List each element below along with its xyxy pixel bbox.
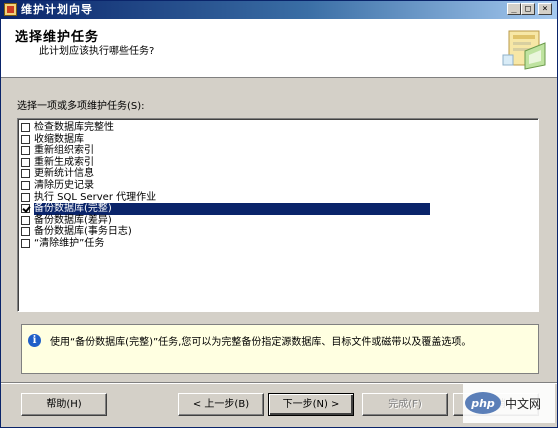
minimize-button[interactable]: _ [507,3,521,15]
window-title: 维护计划向导 [21,3,93,16]
task-label: 重新组织索引 [34,145,94,157]
task-checkbox[interactable] [21,227,30,237]
task-label: 备份数据库(事务日志) [34,226,132,238]
description-panel: i 使用“备份数据库(完整)”任务,您可以为完整备份指定源数据库、目标文件或磁带… [21,324,539,374]
task-list-item[interactable]: 重新组织索引 [19,145,538,157]
task-checkbox[interactable] [21,204,30,214]
wizard-header: 选择维护任务 此计划应该执行哪些任务? [1,19,557,78]
task-label: “清除维护”任务 [34,238,105,249]
task-list-item[interactable]: 执行 SQL Server 代理作业 [19,192,538,204]
task-label: 更新统计信息 [34,168,94,180]
page-subtitle: 此计划应该执行哪些任务? [39,46,155,57]
help-button[interactable]: 帮助(H) [21,393,107,416]
task-label: 重新生成索引 [34,156,94,168]
task-list-item[interactable]: 更新统计信息 [19,168,538,180]
task-label: 备份数据库(差异) [34,214,112,226]
task-label: 执行 SQL Server 代理作业 [34,191,157,203]
php-cn-watermark: php 中文网 [463,383,555,423]
description-text: 使用“备份数据库(完整)”任务,您可以为完整备份指定源数据库、目标文件或磁带以及… [50,337,472,348]
task-list-item[interactable]: 重新生成索引 [19,157,538,169]
task-checkbox[interactable] [21,157,30,167]
task-listbox[interactable]: 检查数据库完整性 收缩数据库 重新组织索引 重新生成索引 更新统计信息 清除历史记录 执行 … [17,118,539,312]
task-label: 备份数据库(完整) [34,203,430,216]
task-list-item[interactable]: 备份数据库(差异) [19,215,538,227]
watermark-text: 中文网 [505,396,541,411]
task-checkbox[interactable] [21,123,30,132]
task-checkbox[interactable] [21,169,30,179]
wizard-graphic-icon [502,30,546,70]
task-list-item[interactable]: 备份数据库(完整) [19,203,538,216]
task-label: 检查数据库完整性 [34,122,114,133]
task-list-item[interactable]: 收缩数据库 [19,134,538,146]
task-checkbox[interactable] [21,181,30,190]
task-checkbox[interactable] [21,239,30,248]
task-list-item[interactable]: 备份数据库(事务日志) [19,226,538,238]
back-button[interactable]: < 上一步(B) [178,393,264,416]
svg-text:php: php [470,397,495,410]
task-label: 清除历史记录 [34,180,94,191]
app-icon [4,3,17,16]
title-bar[interactable]: 维护计划向导 _ □ × [1,1,557,19]
task-checkbox[interactable] [21,192,30,202]
task-list-item[interactable]: 检查数据库完整性 [19,122,538,134]
task-checkbox[interactable] [21,134,30,144]
task-checkbox[interactable] [21,146,30,156]
tasks-label: 选择一项或多项维护任务(S): [17,101,145,112]
wizard-window: 维护计划向导 _ □ × 选择维护任务 此计划应该执行哪些任务? 选择一项或多项… [0,0,558,428]
task-label: 收缩数据库 [34,133,84,145]
task-checkbox[interactable] [21,215,30,225]
info-icon: i [28,334,41,347]
next-button[interactable]: 下一步(N) > [268,393,354,416]
task-list-item[interactable]: “清除维护”任务 [19,238,538,250]
close-button[interactable]: × [538,3,552,15]
task-list-item[interactable]: 清除历史记录 [19,180,538,192]
maximize-button[interactable]: □ [521,3,535,15]
finish-button[interactable]: 完成(F) [362,393,448,416]
